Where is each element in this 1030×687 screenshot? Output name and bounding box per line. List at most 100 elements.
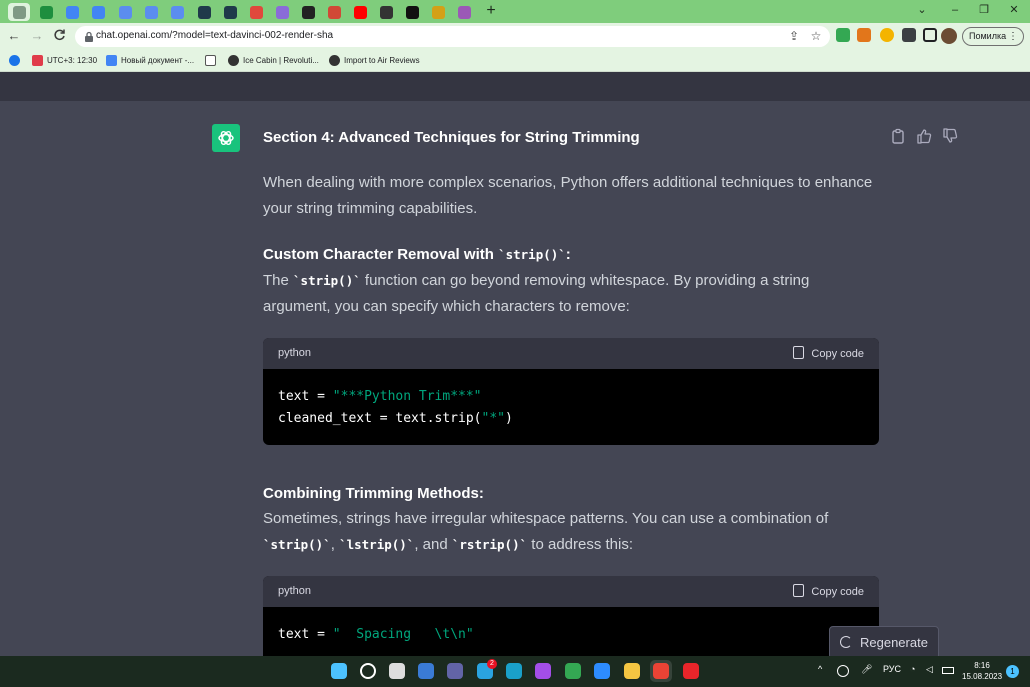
chrome-taskbar-button[interactable] (562, 660, 584, 682)
bookmark-ice-cabin[interactable]: Ice Cabin | Revoluti... (228, 54, 319, 68)
text-fragment: function can go beyond removing whitespa… (360, 272, 810, 289)
forward-button[interactable]: → (29, 28, 45, 44)
reload-button[interactable] (51, 28, 67, 44)
messenger-taskbar-button[interactable] (532, 660, 554, 682)
explorer-icon (624, 663, 640, 679)
task-view-taskbar-button[interactable] (386, 660, 408, 682)
bookmark-wave[interactable] (205, 54, 220, 68)
regenerate-label: Regenerate (860, 635, 928, 650)
language-indicator[interactable]: РУС (883, 664, 901, 674)
browser-tab[interactable] (61, 3, 83, 21)
browser-tab[interactable] (114, 3, 136, 21)
browser-tab[interactable] (401, 3, 423, 21)
code-content[interactable]: text = " Spacing \t\n" (263, 607, 879, 646)
copy-code-button[interactable]: Copy code (793, 346, 864, 360)
chat-header-strip (0, 72, 1030, 101)
profile-error-button[interactable]: Помилка ⋮ (962, 27, 1024, 46)
close-window-button[interactable]: ✕ (1006, 2, 1022, 18)
code-content[interactable]: text = "***Python Trim***" cleaned_text =… (263, 369, 879, 430)
system-clock[interactable]: 8:16 15.08.2023 (962, 660, 1002, 682)
new-tab-button[interactable]: + (484, 2, 498, 20)
code-block-header: python Copy code (263, 338, 879, 369)
wifi-icon[interactable]: ◔ (910, 664, 915, 674)
translate-tab-icon (171, 6, 184, 19)
code-block: python Copy code text = "***Python Trim*… (263, 338, 879, 445)
side-panel-icon[interactable] (923, 28, 937, 42)
windows-start-taskbar-button[interactable] (328, 660, 350, 682)
code-block: python Copy code text = " Spacing \t\n" (263, 576, 879, 656)
intro-paragraph-line: your string trimming capabilities. (263, 200, 478, 217)
profile-avatar[interactable] (941, 28, 957, 44)
edge-taskbar-button[interactable] (503, 660, 525, 682)
regenerate-button[interactable]: Regenerate (829, 626, 939, 656)
subheading-colon: : (565, 246, 571, 263)
widgets-taskbar-button[interactable] (415, 660, 437, 682)
p-tab-icon (380, 6, 393, 19)
menu-dots-icon[interactable]: ⋮ (1008, 28, 1018, 45)
messenger-icon (535, 663, 551, 679)
browser-tab[interactable] (323, 3, 345, 21)
bookmark-new-document[interactable]: Новый документ -... (106, 54, 194, 68)
metamask-icon[interactable] (857, 28, 871, 42)
explorer-taskbar-button[interactable] (621, 660, 643, 682)
translate-tab-icon (145, 6, 158, 19)
browser-tab[interactable] (166, 3, 188, 21)
chrome-icon (565, 663, 581, 679)
share-icon[interactable]: ⇪ (787, 29, 801, 43)
bookmark-label: Ice Cabin | Revoluti... (243, 56, 319, 65)
clock-time: 8:16 (974, 661, 990, 670)
yandex-icon (683, 663, 699, 679)
bookmarks-bar: UTC+3: 12:30 Новый документ -... Ice Cab… (0, 50, 1030, 72)
show-hidden-icons-chevron[interactable]: ^ (818, 664, 822, 674)
bookmark-import-air-reviews[interactable]: Import to Air Reviews (329, 54, 420, 68)
thumbs-up-icon[interactable] (916, 128, 932, 144)
browser-tab[interactable] (35, 3, 57, 21)
browser-tab[interactable] (245, 3, 267, 21)
code-string: "*" (481, 411, 505, 426)
microphone-icon[interactable]: 🎤︎ (861, 664, 872, 675)
paragraph-line: `strip()`, `lstrip()`, and `rstrip()` to… (263, 532, 633, 558)
browser-tab[interactable] (453, 3, 475, 21)
copy-message-icon[interactable] (890, 128, 906, 144)
chrome-taskbar-button[interactable] (650, 660, 672, 682)
browser-tab[interactable] (271, 3, 293, 21)
copy-code-button[interactable]: Copy code (793, 584, 864, 598)
browser-tab[interactable] (427, 3, 449, 21)
target-tab-icon (250, 6, 263, 19)
extension-arrow-icon[interactable] (836, 28, 850, 42)
edge-icon (506, 663, 522, 679)
browser-tab[interactable] (297, 3, 319, 21)
browser-tab[interactable] (140, 3, 162, 21)
regenerate-icon (840, 636, 852, 648)
url-text[interactable]: chat.openai.com/?model=text-davinci-002-… (96, 30, 333, 41)
paragraph-line: Sometimes, strings have irregular whites… (263, 510, 829, 527)
chat-taskbar-button[interactable] (444, 660, 466, 682)
site-info-icon[interactable] (84, 31, 94, 42)
notification-count-badge[interactable]: 1 (1006, 665, 1019, 678)
back-button[interactable]: ← (6, 28, 22, 44)
browser-tab[interactable] (375, 3, 397, 21)
telegram-taskbar-button[interactable]: 2 (474, 659, 497, 682)
bookmark-settings[interactable] (9, 54, 24, 68)
extension-icon[interactable] (880, 28, 894, 42)
battery-icon[interactable] (942, 667, 954, 674)
browser-tab[interactable] (219, 3, 241, 21)
browser-tab[interactable] (193, 3, 215, 21)
chrome-icon (653, 663, 669, 679)
extensions-puzzle-icon[interactable] (902, 28, 916, 42)
thumbs-down-icon[interactable] (942, 128, 958, 144)
bookmark-utc-clock[interactable]: UTC+3: 12:30 (32, 54, 97, 68)
sync-status-icon[interactable] (837, 665, 849, 677)
zoom-taskbar-button[interactable] (591, 660, 613, 682)
volume-icon[interactable]: ◁ (926, 664, 933, 675)
browser-tab[interactable] (8, 3, 30, 21)
browser-tab[interactable] (349, 3, 371, 21)
browser-tab[interactable] (87, 3, 109, 21)
yandex-taskbar-button[interactable] (680, 660, 702, 682)
address-bar[interactable]: chat.openai.com/?model=text-davinci-002-… (75, 26, 830, 47)
bookmark-star-icon[interactable]: ☆ (809, 29, 823, 43)
tab-search-icon[interactable]: ⌄ (914, 2, 930, 18)
search-taskbar-button[interactable] (357, 660, 379, 682)
restore-button[interactable]: ❐ (976, 2, 992, 18)
minimize-button[interactable]: – (947, 2, 963, 18)
